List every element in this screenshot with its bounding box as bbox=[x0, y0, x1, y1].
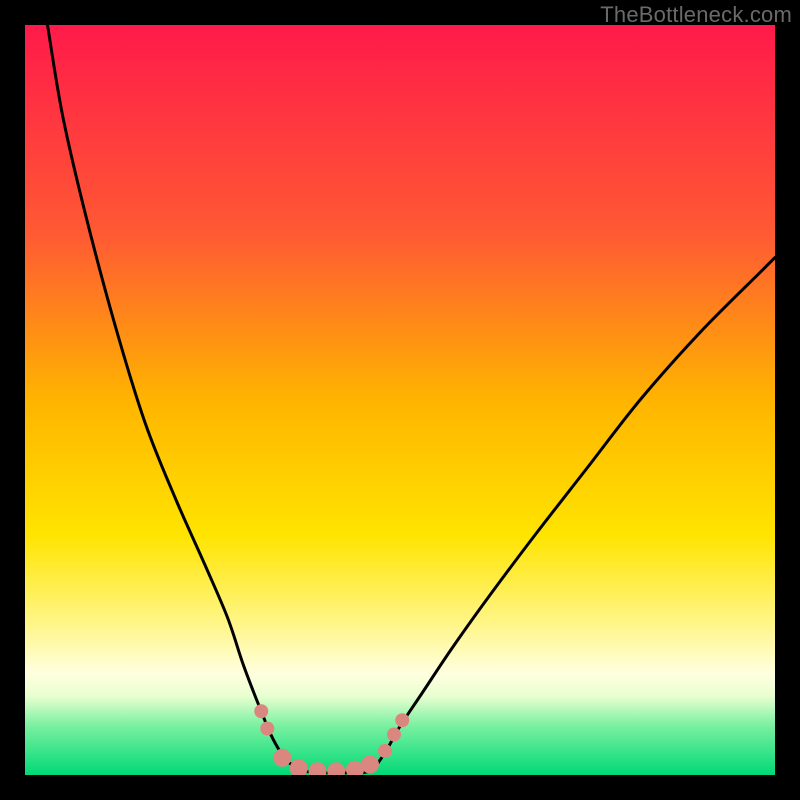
bottleneck-chart bbox=[25, 25, 775, 775]
valley-marker bbox=[273, 749, 291, 767]
plot-area bbox=[25, 25, 775, 775]
valley-marker bbox=[361, 756, 379, 774]
valley-marker bbox=[395, 713, 409, 727]
valley-marker bbox=[378, 744, 392, 758]
valley-marker bbox=[260, 722, 274, 736]
valley-marker bbox=[254, 704, 268, 718]
chart-frame: TheBottleneck.com bbox=[0, 0, 800, 800]
valley-marker bbox=[387, 728, 401, 742]
